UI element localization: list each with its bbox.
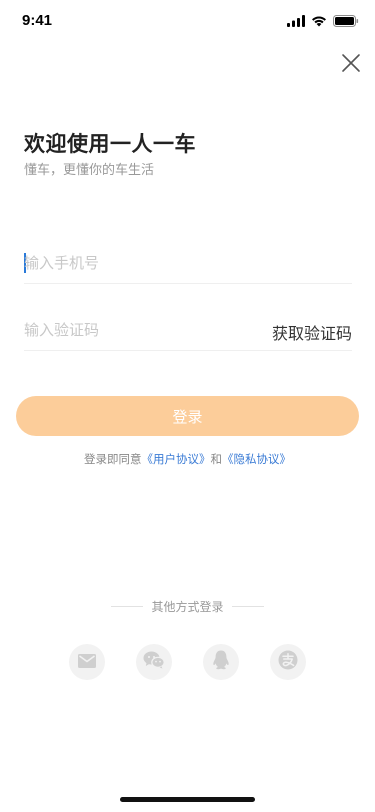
get-code-button[interactable]: 获取验证码 xyxy=(272,320,352,344)
agreement-conjunction: 和 xyxy=(210,452,223,466)
divider-line-right xyxy=(231,606,264,607)
status-time: 9:41 xyxy=(22,12,53,29)
mail-login-button[interactable] xyxy=(69,644,105,680)
code-field-row: 获取验证码 xyxy=(24,310,352,351)
battery-icon xyxy=(333,15,359,27)
qq-icon xyxy=(212,650,230,674)
agreement-prefix: 登录即同意 xyxy=(84,452,142,466)
home-indicator xyxy=(120,797,255,802)
qq-login-button[interactable] xyxy=(203,644,239,680)
login-button[interactable]: 登录 xyxy=(16,396,359,436)
wechat-icon xyxy=(143,651,165,673)
wechat-login-button[interactable] xyxy=(136,644,172,680)
other-login-label: 其他方式登录 xyxy=(151,600,224,614)
phone-input[interactable] xyxy=(24,251,254,275)
close-button[interactable] xyxy=(340,52,362,74)
login-button-label: 登录 xyxy=(172,407,203,426)
other-login-divider: 其他方式登录 xyxy=(0,598,375,615)
alipay-login-button[interactable] xyxy=(270,644,306,680)
divider-line-left xyxy=(111,606,144,607)
cellular-signal-icon xyxy=(287,15,305,27)
privacy-policy-link[interactable]: 《隐私协议》 xyxy=(222,452,291,466)
status-bar: 9:41 xyxy=(0,0,375,44)
agreement-text: 登录即同意《用户协议》和《隐私协议》 xyxy=(0,451,375,467)
status-icons xyxy=(287,14,359,28)
phone-field-row xyxy=(24,243,352,284)
welcome-title: 欢迎使用一人一车 xyxy=(24,132,196,156)
alipay-icon xyxy=(278,650,298,674)
user-agreement-link[interactable]: 《用户协议》 xyxy=(142,452,211,466)
verification-code-input[interactable] xyxy=(24,318,254,342)
welcome-subtitle: 懂车，更懂你的车生活 xyxy=(24,163,155,178)
mail-icon xyxy=(78,653,96,672)
social-login-row xyxy=(0,644,375,680)
close-icon xyxy=(340,54,362,78)
wifi-icon xyxy=(311,15,327,27)
